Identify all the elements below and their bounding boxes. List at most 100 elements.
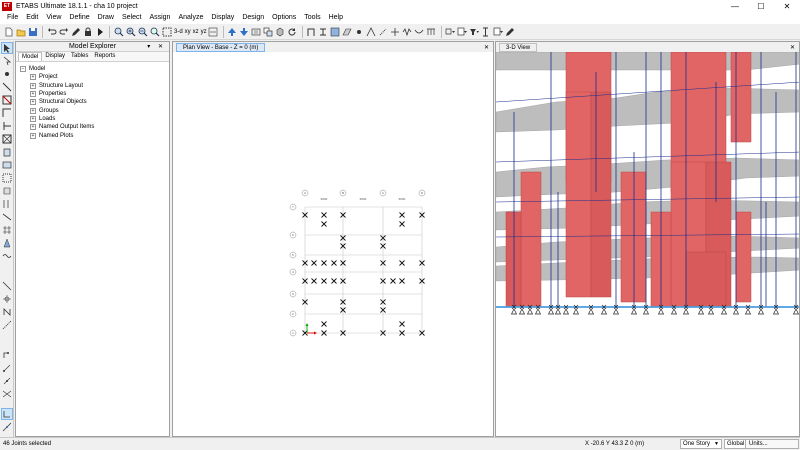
- tree-item-properties[interactable]: + Properties: [20, 90, 165, 98]
- joint-marker[interactable]: [321, 260, 327, 266]
- tree-item-structure-layout[interactable]: + Structure Layout: [20, 82, 165, 90]
- menu-design[interactable]: Design: [238, 12, 268, 24]
- menu-display[interactable]: Display: [207, 12, 238, 24]
- draw-icon[interactable]: [70, 26, 81, 37]
- snap-ps-icon[interactable]: [1, 362, 13, 374]
- lock-icon[interactable]: [82, 26, 93, 37]
- joint-marker[interactable]: [390, 278, 396, 284]
- close-icon[interactable]: ✕: [484, 44, 489, 51]
- menu-edit[interactable]: Edit: [22, 12, 42, 24]
- brace-icon[interactable]: [366, 26, 377, 37]
- grid-dropdown-icon[interactable]: [457, 26, 468, 37]
- joint-icon[interactable]: [354, 26, 365, 37]
- tab-model[interactable]: Model: [18, 52, 43, 61]
- joint-marker[interactable]: [399, 221, 405, 227]
- menu-tools[interactable]: Tools: [300, 12, 324, 24]
- draw-section-cut-icon[interactable]: [1, 293, 13, 305]
- selected-joints[interactable]: [302, 212, 425, 336]
- joint-marker[interactable]: [321, 221, 327, 227]
- zoom-in-icon[interactable]: [125, 26, 136, 37]
- story-dropdown[interactable]: One Story ▼: [680, 439, 722, 449]
- quick-floor-icon[interactable]: [1, 172, 13, 184]
- filter-dropdown-icon[interactable]: [469, 26, 480, 37]
- draw-reference-icon[interactable]: [1, 319, 13, 331]
- close-button[interactable]: ✕: [774, 0, 800, 12]
- expand-icon[interactable]: +: [30, 107, 36, 114]
- joint-marker[interactable]: [331, 260, 337, 266]
- open-icon[interactable]: [15, 26, 26, 37]
- tendon-icon[interactable]: [414, 26, 425, 37]
- draw-rect-floor-icon[interactable]: [1, 159, 13, 171]
- joint-marker[interactable]: [399, 212, 405, 218]
- minimize-button[interactable]: —: [722, 0, 748, 12]
- menu-file[interactable]: File: [3, 12, 22, 24]
- joint-marker[interactable]: [399, 278, 405, 284]
- select-dropdown-icon[interactable]: [445, 26, 456, 37]
- pencil-dropdown-icon[interactable]: [505, 26, 516, 37]
- view-plan-button[interactable]: xy: [184, 29, 192, 35]
- 3d-view-window[interactable]: 3-D View ✕: [495, 41, 800, 437]
- expand-icon[interactable]: +: [30, 82, 36, 89]
- draw-wall-stack-icon[interactable]: [1, 280, 13, 292]
- tab-tables[interactable]: Tables: [68, 52, 91, 61]
- line-load-icon[interactable]: [426, 26, 437, 37]
- tree-item-project[interactable]: + Project: [20, 73, 165, 81]
- undo-icon[interactable]: [46, 26, 57, 37]
- rubber-band-icon[interactable]: [208, 26, 219, 37]
- expand-icon[interactable]: +: [30, 99, 36, 106]
- snap-line-icon[interactable]: [1, 421, 13, 433]
- explorer-panel-controls[interactable]: ▾ ✕: [147, 43, 166, 50]
- panel-dropdown-icon[interactable]: [493, 26, 504, 37]
- zoom-window-icon[interactable]: [113, 26, 124, 37]
- beam-dropdown-icon[interactable]: [481, 26, 492, 37]
- link-icon[interactable]: [378, 26, 389, 37]
- view-yz-button[interactable]: yz: [200, 29, 208, 35]
- draw-tendon-icon[interactable]: [1, 250, 13, 262]
- joint-marker[interactable]: [399, 321, 405, 327]
- object-shrink-icon[interactable]: [263, 26, 274, 37]
- draw-secondary-icon[interactable]: [1, 120, 13, 132]
- joint-marker[interactable]: [311, 260, 317, 266]
- draw-floor-icon[interactable]: [1, 146, 13, 158]
- draw-column-icon[interactable]: [1, 94, 13, 106]
- run-icon[interactable]: [94, 26, 105, 37]
- redo-icon[interactable]: [58, 26, 69, 37]
- joint-marker[interactable]: [321, 321, 327, 327]
- tree-item-structural-objects[interactable]: + Structural Objects: [20, 98, 165, 106]
- tab-reports[interactable]: Reports: [91, 52, 118, 61]
- expand-icon[interactable]: +: [30, 91, 36, 98]
- snap-mid-icon[interactable]: [1, 375, 13, 387]
- snap-perp-icon[interactable]: [1, 408, 13, 420]
- view-xz-button[interactable]: xz: [192, 29, 200, 35]
- menu-help[interactable]: Help: [325, 12, 347, 24]
- spring-icon[interactable]: [402, 26, 413, 37]
- joint-marker[interactable]: [321, 212, 327, 218]
- collapse-icon[interactable]: −: [20, 66, 26, 73]
- tree-item-named-output[interactable]: + Named Output Items: [20, 123, 165, 131]
- plan-view-window[interactable]: Plan View - Base - Z = 0 (m) ✕ A B C D 6…: [172, 41, 494, 437]
- 3d-model-drawing[interactable]: [496, 52, 800, 437]
- draw-joint-icon[interactable]: [1, 68, 13, 80]
- joint-marker[interactable]: [399, 260, 405, 266]
- expand-icon[interactable]: +: [30, 74, 36, 81]
- extrude-icon[interactable]: [275, 26, 286, 37]
- maximize-button[interactable]: ☐: [748, 0, 774, 12]
- plan-view-tab[interactable]: Plan View - Base - Z = 0 (m): [176, 42, 266, 52]
- 3d-view-tab[interactable]: 3-D View: [499, 42, 538, 52]
- joint-marker[interactable]: [331, 278, 337, 284]
- down-icon[interactable]: [239, 26, 250, 37]
- draw-opening-icon[interactable]: [1, 211, 13, 223]
- pan-icon[interactable]: [161, 26, 172, 37]
- expand-icon[interactable]: +: [30, 115, 36, 122]
- menu-draw[interactable]: Draw: [94, 12, 118, 24]
- snap-intersect-icon[interactable]: [1, 388, 13, 400]
- draw-brace-icon[interactable]: [1, 107, 13, 119]
- expand-icon[interactable]: +: [30, 132, 36, 139]
- tree-item-loads[interactable]: + Loads: [20, 115, 165, 123]
- menu-assign[interactable]: Assign: [145, 12, 174, 24]
- units-button[interactable]: Units...: [745, 439, 799, 449]
- up-icon[interactable]: [227, 26, 238, 37]
- draw-link-icon[interactable]: [1, 133, 13, 145]
- expand-icon[interactable]: +: [30, 124, 36, 131]
- menu-view[interactable]: View: [42, 12, 65, 24]
